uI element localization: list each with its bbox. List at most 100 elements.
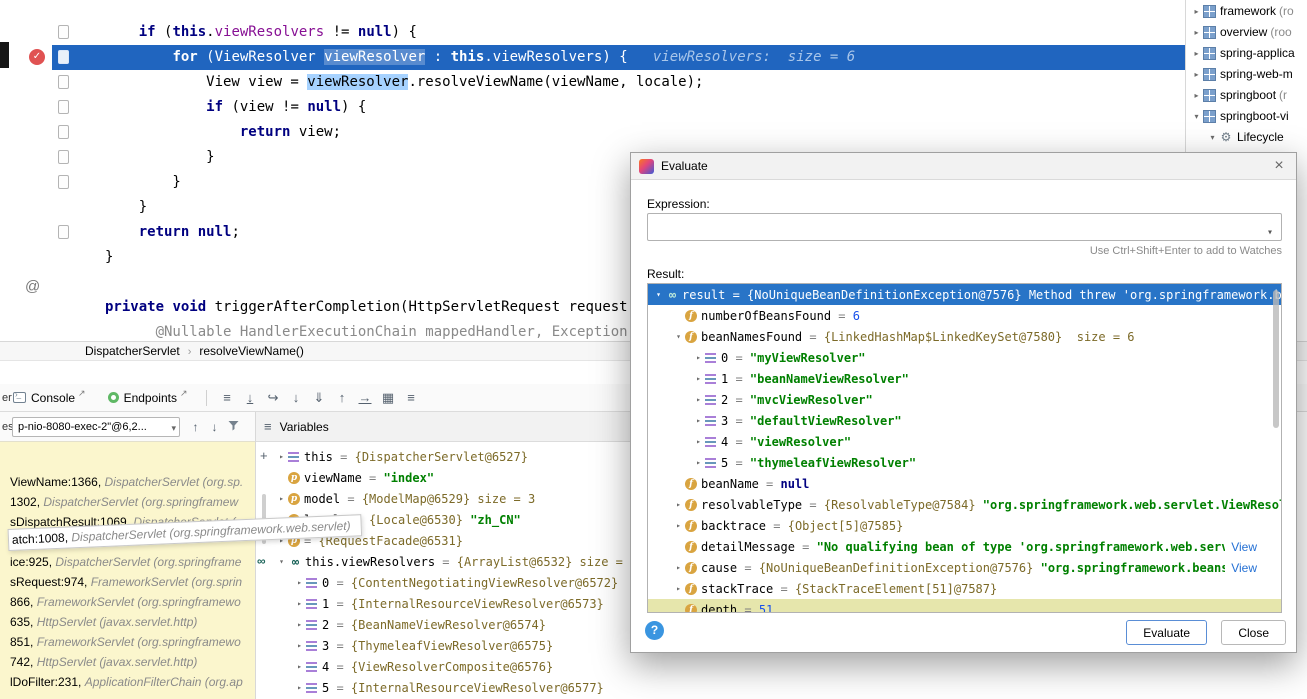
menu-icon[interactable]: ≡ bbox=[264, 419, 272, 434]
step-out-icon[interactable]: ↑ bbox=[331, 390, 354, 405]
frame-row[interactable]: sRequest:974, FrameworkServlet (org.spri… bbox=[0, 572, 255, 592]
breadcrumb-item-method[interactable]: resolveViewName() bbox=[199, 344, 303, 358]
result-row[interactable]: ▸fcause = {NoUniqueBeanDefinitionExcepti… bbox=[648, 557, 1281, 578]
chevron-right-icon[interactable]: ▸ bbox=[692, 353, 705, 362]
result-row[interactable]: fdepth = 51 bbox=[648, 599, 1281, 613]
chevron-right-icon[interactable]: ▸ bbox=[275, 494, 288, 503]
code-line[interactable]: return view; bbox=[0, 120, 1307, 145]
frame-row[interactable]: 635, HttpServlet (javax.servlet.http) bbox=[0, 612, 255, 632]
gutter-marker-icon[interactable] bbox=[58, 150, 69, 164]
chevron-down-icon[interactable]: ▾ bbox=[275, 557, 288, 566]
result-row[interactable]: ▾fbeanNamesFound = {LinkedHashMap$Linked… bbox=[648, 326, 1281, 347]
chevron-right-icon[interactable]: ▸ bbox=[672, 500, 685, 509]
close-button[interactable]: Close bbox=[1221, 620, 1286, 645]
chevron-down-icon[interactable]: ▾ bbox=[652, 290, 665, 299]
view-link[interactable]: View bbox=[1231, 540, 1257, 554]
chevron-right-icon[interactable]: ▸ bbox=[692, 458, 705, 467]
breadcrumb-item-class[interactable]: DispatcherServlet bbox=[85, 344, 180, 358]
gutter-marker-icon[interactable] bbox=[58, 100, 69, 114]
variable-row[interactable]: ▸this = {DispatcherServlet@6527} bbox=[273, 446, 630, 467]
evaluate-button[interactable]: Evaluate bbox=[1126, 620, 1207, 645]
frame-row[interactable]: 1302, DispatcherServlet (org.springframe… bbox=[0, 492, 255, 512]
result-row[interactable]: ▸fbacktrace = {Object[5]@7585} bbox=[648, 515, 1281, 536]
dialog-titlebar[interactable]: Evaluate × bbox=[631, 153, 1296, 180]
expression-input[interactable]: this.webApplicationContext.getBean(ViewR… bbox=[647, 213, 1282, 241]
frame-row[interactable]: 851, FrameworkServlet (org.springframewo bbox=[0, 632, 255, 652]
chevron-down-icon[interactable]: ▾ bbox=[1267, 220, 1273, 241]
variable-row[interactable]: pviewName = "index" bbox=[273, 467, 630, 488]
frame-row[interactable]: ice:925, DispatcherServlet (org.springfr… bbox=[0, 552, 255, 572]
filter-icon[interactable] bbox=[224, 420, 243, 434]
code-line[interactable]: for (ViewResolver viewResolver : this.vi… bbox=[0, 45, 1307, 70]
chevron-down-icon[interactable]: ▾ bbox=[1190, 106, 1203, 127]
frame-row[interactable]: 866, FrameworkServlet (org.springframewo bbox=[0, 592, 255, 612]
previous-frame-icon[interactable]: ↑ bbox=[186, 420, 205, 434]
show-execution-point-icon[interactable]: ↓ bbox=[239, 390, 262, 405]
view-as-table-icon[interactable]: ▦ bbox=[377, 390, 400, 406]
code-line[interactable]: if (view != null) { bbox=[0, 95, 1307, 120]
result-row[interactable]: ▸0 = "myViewResolver" bbox=[648, 347, 1281, 368]
chevron-right-icon[interactable]: ▸ bbox=[1190, 1, 1203, 22]
chevron-right-icon[interactable]: ▸ bbox=[293, 578, 306, 587]
view-link[interactable]: View bbox=[1231, 561, 1257, 575]
tree-item[interactable]: ▸springboot(r bbox=[1186, 85, 1307, 106]
endpoints-tab[interactable]: Endpoints ↗ bbox=[99, 384, 197, 411]
gutter-marker-icon[interactable] bbox=[58, 125, 69, 139]
tree-item[interactable]: ▸framework(ro bbox=[1186, 1, 1307, 22]
gutter-marker-icon[interactable] bbox=[58, 50, 69, 64]
add-watch-icon[interactable]: + bbox=[260, 448, 268, 463]
variable-row[interactable]: ▾∞this.viewResolvers = {ArrayList@6532} … bbox=[273, 551, 630, 572]
chevron-right-icon[interactable]: ▸ bbox=[672, 521, 685, 530]
scrollbar-thumb[interactable] bbox=[1273, 290, 1279, 428]
chevron-right-icon[interactable]: ▸ bbox=[692, 395, 705, 404]
chevron-right-icon[interactable]: ▸ bbox=[1190, 85, 1203, 106]
gutter-marker-icon[interactable] bbox=[58, 175, 69, 189]
chevron-right-icon[interactable]: ▸ bbox=[293, 641, 306, 650]
help-icon[interactable]: ? bbox=[645, 621, 664, 640]
chevron-right-icon[interactable]: ▸ bbox=[293, 599, 306, 608]
result-row[interactable]: fdetailMessage = "No qualifying bean of … bbox=[648, 536, 1281, 557]
chevron-right-icon[interactable]: ▸ bbox=[692, 437, 705, 446]
breakpoint-hit-icon[interactable]: ✓ bbox=[29, 49, 45, 65]
chevron-right-icon[interactable]: ▸ bbox=[1190, 43, 1203, 64]
chevron-right-icon[interactable]: ▸ bbox=[293, 662, 306, 671]
variable-row[interactable]: ▸1 = {InternalResourceViewResolver@6573} bbox=[273, 593, 630, 614]
tree-item[interactable]: ▸spring-applica bbox=[1186, 43, 1307, 64]
chevron-right-icon[interactable]: ▸ bbox=[293, 683, 306, 692]
chevron-right-icon[interactable]: ▸ bbox=[275, 452, 288, 461]
chevron-right-icon[interactable]: ▸ bbox=[1190, 22, 1203, 43]
gutter-marker-icon[interactable] bbox=[58, 225, 69, 239]
show-watches-icon[interactable]: ∞ bbox=[257, 554, 266, 568]
frame-row[interactable]: lDoFilter:231, ApplicationFilterChain (o… bbox=[0, 672, 255, 692]
chevron-down-icon[interactable]: ▾ bbox=[672, 332, 685, 341]
result-row[interactable]: ▸4 = "viewResolver" bbox=[648, 431, 1281, 452]
step-over-icon[interactable]: ↪ bbox=[262, 390, 285, 406]
chevron-right-icon[interactable]: ▸ bbox=[293, 620, 306, 629]
next-frame-icon[interactable]: ↓ bbox=[205, 420, 224, 434]
tree-item[interactable]: ▸overview(roo bbox=[1186, 22, 1307, 43]
result-row[interactable]: ▸3 = "defaultViewResolver" bbox=[648, 410, 1281, 431]
thread-selector[interactable]: p-nio-8080-exec-2"@6,2... ▾ bbox=[12, 417, 180, 437]
chevron-down-icon[interactable]: ▾ bbox=[1206, 127, 1219, 148]
expand-icon[interactable] bbox=[1244, 222, 1255, 233]
panel-divider[interactable] bbox=[255, 412, 256, 699]
result-row[interactable]: ▾∞result = {NoUniqueBeanDefinitionExcept… bbox=[648, 284, 1281, 305]
result-row[interactable]: ▸fresolvableType = {ResolvableType@7584}… bbox=[648, 494, 1281, 515]
layout-settings-icon[interactable]: ≡ bbox=[400, 390, 423, 405]
chevron-right-icon[interactable]: ▸ bbox=[692, 374, 705, 383]
result-row[interactable]: ▸1 = "beanNameViewResolver" bbox=[648, 368, 1281, 389]
view-options-icon[interactable]: ≡ bbox=[216, 390, 239, 405]
chevron-right-icon[interactable]: ▸ bbox=[672, 584, 685, 593]
close-icon[interactable]: × bbox=[1270, 158, 1288, 174]
gutter-marker-icon[interactable] bbox=[58, 75, 69, 89]
tree-item[interactable]: ▾springboot-vi bbox=[1186, 106, 1307, 127]
console-tab[interactable]: Console ↗ bbox=[4, 384, 95, 411]
variable-row[interactable]: ▸pmodel = {ModelMap@6529} size = 3 bbox=[273, 488, 630, 509]
gutter-marker-icon[interactable] bbox=[58, 25, 69, 39]
step-into-icon[interactable]: ↓ bbox=[285, 390, 308, 405]
force-step-into-icon[interactable]: ⇓ bbox=[308, 390, 331, 406]
variable-row[interactable]: ▸3 = {ThymeleafViewResolver@6575} bbox=[273, 635, 630, 656]
result-row[interactable]: fbeanName = null bbox=[648, 473, 1281, 494]
result-row[interactable]: ▸2 = "mvcViewResolver" bbox=[648, 389, 1281, 410]
chevron-right-icon[interactable]: ▸ bbox=[692, 416, 705, 425]
